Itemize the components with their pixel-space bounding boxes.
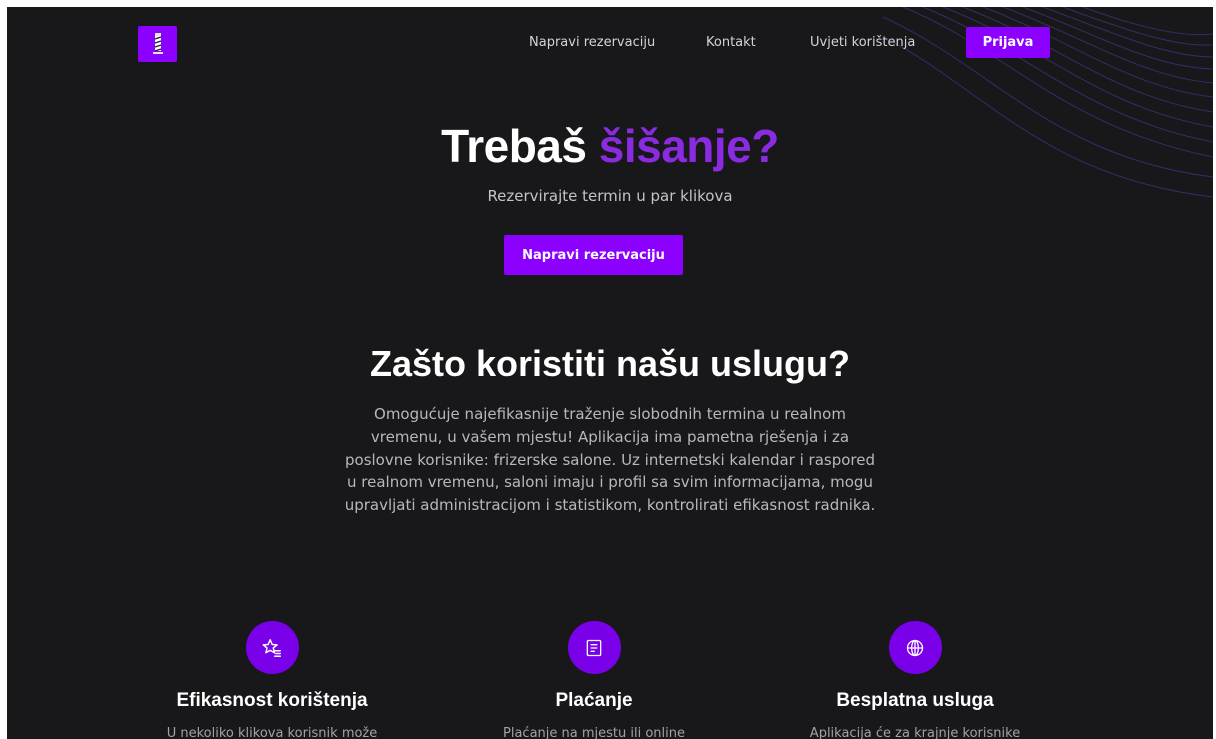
feature-free: Besplatna usluga Aplikacija će za krajnj… xyxy=(765,621,1065,739)
feature-icon-badge xyxy=(888,621,942,674)
feature-title: Efikasnost korištenja xyxy=(176,690,368,711)
feature-efficiency: Efikasnost korištenja U nekoliko klikova… xyxy=(122,621,422,739)
feature-description: Plaćanje na mjestu ili online xyxy=(503,726,685,739)
receipt-icon xyxy=(586,639,602,656)
hero-title-accent: šišanje? xyxy=(598,120,780,172)
nav-link-terms[interactable]: Uvjeti korištenja xyxy=(810,27,915,59)
page: Napravi rezervaciju Kontakt Uvjeti koriš… xyxy=(7,7,1213,739)
nav-link-reservation[interactable]: Napravi rezervaciju xyxy=(529,27,655,59)
why-title: Zašto koristiti našu uslugu? xyxy=(369,343,851,384)
feature-title: Besplatna usluga xyxy=(836,690,994,711)
feature-icon-badge xyxy=(567,621,621,674)
why-description: Omogućuje najefikasnije traženje slobodn… xyxy=(344,405,876,515)
feature-description: U nekoliko klikova korisnik može xyxy=(166,726,378,739)
nav-link-contact[interactable]: Kontakt xyxy=(706,27,756,59)
feature-description: Aplikacija će za krajnje korisnike xyxy=(809,726,1021,739)
make-reservation-button[interactable]: Napravi rezervaciju xyxy=(504,235,683,275)
hero-title-main: Trebaš xyxy=(441,120,587,172)
feature-icon-badge xyxy=(245,621,299,674)
star-list-icon xyxy=(262,638,281,657)
feature-title: Plaćanje xyxy=(555,690,633,711)
login-button[interactable]: Prijava xyxy=(966,27,1050,58)
hero-subtitle: Rezervirajte termin u par klikova xyxy=(487,187,733,205)
feature-payment: Plaćanje Plaćanje na mjestu ili online xyxy=(444,621,744,739)
hero-title: Trebaš šišanje? xyxy=(7,119,1213,173)
globe-icon xyxy=(906,639,924,656)
